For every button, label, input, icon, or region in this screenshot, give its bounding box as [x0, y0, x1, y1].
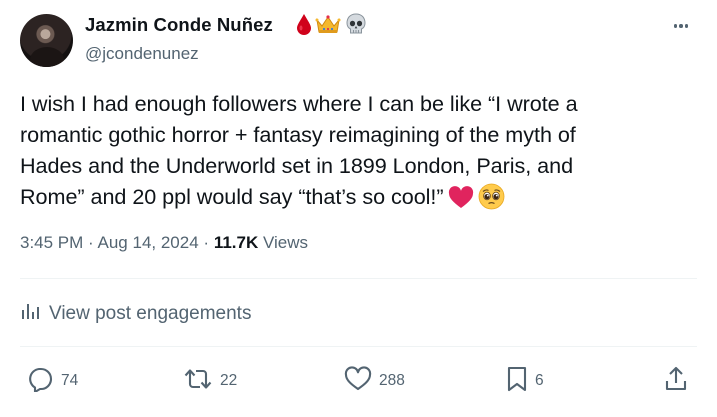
more-dot-icon	[679, 24, 683, 28]
like-button[interactable]: 288	[344, 365, 405, 397]
views-label: Views	[262, 233, 309, 252]
name-emoji-group	[296, 12, 368, 41]
more-dot-icon	[673, 24, 678, 28]
post-date[interactable]: Aug 14, 2024	[98, 233, 199, 252]
meta-separator: ·	[203, 233, 210, 252]
repost-count: 22	[220, 372, 238, 389]
like-count: 288	[379, 372, 405, 389]
bookmark-count: 6	[535, 372, 544, 389]
view-post-engagements-link[interactable]: View post engagements	[20, 301, 251, 327]
reply-icon	[26, 366, 54, 397]
crown-icon	[315, 13, 341, 40]
bookmark-button[interactable]: 6	[506, 366, 544, 396]
bookmark-icon	[506, 365, 528, 398]
meta-separator: ·	[88, 233, 94, 252]
analytics-bars-icon	[20, 301, 40, 327]
red-heart-icon	[448, 186, 474, 218]
views-count: 11.7K	[213, 233, 259, 252]
heart-icon	[344, 365, 372, 397]
pleading-face-icon	[478, 183, 505, 218]
tweet-text-line: I wish I had enough followers where I ca…	[20, 91, 578, 116]
divider	[20, 278, 697, 279]
more-options-button[interactable]	[667, 15, 695, 37]
drop-of-blood-icon	[296, 13, 312, 40]
share-icon	[664, 365, 688, 398]
view-post-engagements-label: View post engagements	[49, 303, 252, 324]
reply-count: 74	[61, 372, 79, 389]
tweet-text-line: romantic gothic horror + fantasy reimagi…	[20, 122, 576, 147]
divider	[20, 346, 697, 347]
repost-icon	[183, 366, 213, 397]
share-button[interactable]	[664, 366, 688, 396]
avatar[interactable]	[20, 14, 73, 67]
tweet-text-last-line: Rome” and 20 ppl would say “that’s so co…	[20, 181, 670, 218]
author-handle[interactable]: @jcondenunez	[85, 44, 199, 64]
repost-button[interactable]: 22	[183, 366, 237, 396]
more-dot-icon	[684, 24, 689, 28]
post-metadata: 3:45 PM · Aug 14, 2024 · 11.7K Views	[20, 233, 308, 253]
author-display-name[interactable]: Jazmin Conde Nuñez	[85, 14, 273, 36]
post-time[interactable]: 3:45 PM	[20, 233, 83, 252]
reply-button[interactable]: 74	[26, 366, 78, 396]
tweet-text: I wish I had enough followers where I ca…	[20, 88, 670, 218]
tweet-text-line: Hades and the Underworld set in 1899 Lon…	[20, 153, 574, 178]
tweet-text-line: Rome” and 20 ppl would say “that’s so co…	[20, 184, 444, 209]
skull-icon	[344, 12, 368, 41]
